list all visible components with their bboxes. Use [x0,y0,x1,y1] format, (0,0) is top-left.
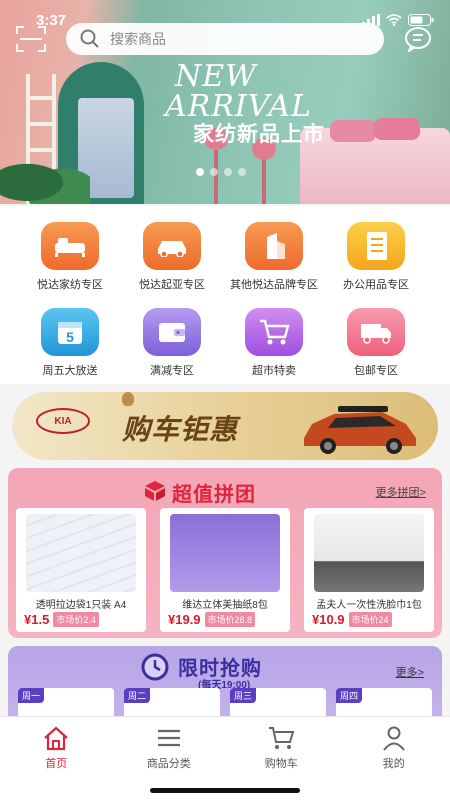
carousel-dot[interactable] [210,168,218,176]
pillow-decor [330,120,376,142]
product-image [26,514,136,592]
product-price: ¥1.5 [24,612,50,627]
list-icon [157,729,180,747]
tab-label: 我的 [382,758,405,770]
category-other-brands[interactable]: 其他悦达品牌专区 [224,222,324,292]
flamingo-decor [252,138,276,204]
category-bedding[interactable]: 悦达家纺专区 [20,222,120,292]
car-icon [143,222,201,270]
pillow-decor [374,118,420,140]
flash-sale-more-link[interactable]: 更多> [396,664,424,680]
carousel-dot[interactable] [238,168,246,176]
search-placeholder: 搜索商品 [110,31,166,47]
home-icon [44,726,68,751]
product-price: ¥10.9 [312,612,345,627]
search-input[interactable]: 搜索商品 [66,23,384,55]
shopping-cart-icon [245,308,303,356]
building-icon [245,222,303,270]
tab-label: 购物车 [264,758,298,770]
wifi-icon [386,14,402,26]
product-image [170,514,280,592]
category-grid: 悦达家纺专区 悦达起亚专区 其他悦达品牌专区 办公用品专区 5 周五大放送 满减… [0,206,450,384]
product-name: 孟夫人一次性洗脸巾1包 [316,600,422,611]
group-product-card[interactable]: 孟夫人一次性洗脸巾1包 ¥10.9 市场价24 [304,508,434,632]
profile-icon [382,726,405,751]
category-discount[interactable]: 满减专区 [122,308,222,378]
category-label: 包邮专区 [354,365,398,377]
plant-decor [0,150,90,204]
group-product-card[interactable]: 透明拉边袋1只装 A4 ¥1.5 市场价2.4 [16,508,146,632]
cart-icon [269,727,295,749]
category-free-shipping[interactable]: 包邮专区 [326,308,426,378]
battery-icon [408,14,434,26]
home-indicator [150,788,300,793]
clock-icon [141,653,169,681]
calendar-icon: 5 [41,308,99,356]
carousel-dot[interactable] [224,168,232,176]
tab-home[interactable]: 首页 [0,717,113,800]
category-label: 超市特卖 [252,365,296,377]
banner-subtitle: 家纺新品上市 [193,123,325,146]
group-buy-section: 超值拼团 更多拼团> 透明拉边袋1只装 A4 ¥1.5 市场价2.4 维达立体美抽… [8,468,442,638]
tab-label: 商品分类 [146,758,191,770]
market-price: 市场价2.4 [53,612,99,627]
market-price: 市场价24 [348,612,392,627]
category-friday[interactable]: 5 周五大放送 [20,308,120,378]
category-office[interactable]: 办公用品专区 [326,222,426,292]
category-label: 办公用品专区 [343,279,409,291]
product-image [314,514,424,592]
category-label: 其他悦达品牌专区 [230,279,318,291]
group-buy-more-link[interactable]: 更多拼团> [376,484,426,500]
category-label: 满减专区 [150,365,194,377]
category-kia[interactable]: 悦达起亚专区 [122,222,222,292]
svg-text:5: 5 [66,329,74,345]
category-label: 周五大放送 [42,365,98,377]
market-price: 市场价28.8 [204,612,256,627]
category-supermarket[interactable]: 超市特卖 [224,308,324,378]
car-promo-headline: 购车钜惠 [122,414,239,445]
group-buy-title: 超值拼团 [172,484,256,506]
balloon-decor [122,392,134,406]
day-tag: 周一 [18,688,45,703]
tab-label: 首页 [45,758,68,770]
day-tag: 周四 [336,688,363,703]
tab-profile[interactable]: 我的 [338,717,450,800]
car-image [304,406,416,454]
flamingo-decor [204,128,228,204]
car-promo-banner[interactable]: KIA 购车钜惠 [12,392,438,460]
product-name: 维达立体美抽纸8包 [182,600,268,611]
wallet-icon [143,308,201,356]
category-label: 悦达家纺专区 [37,279,103,291]
day-tag: 周三 [230,688,257,703]
category-label: 悦达起亚专区 [139,279,205,291]
scan-icon[interactable] [16,26,46,52]
message-icon[interactable] [404,26,432,52]
kia-logo: KIA [36,408,90,434]
day-tag: 周二 [124,688,151,703]
search-icon [80,29,99,48]
carousel-dots [196,168,246,176]
box-icon [145,481,165,501]
banner-headline: NEW ARRIVAL [165,59,312,124]
notebook-icon [347,222,405,270]
product-name: 透明拉边袋1只装 A4 [35,600,127,611]
product-price: ¥19.9 [168,612,201,627]
bed-icon [41,222,99,270]
truck-icon [347,308,405,356]
group-product-card[interactable]: 维达立体美抽纸8包 ¥19.9 市场价28.8 [160,508,290,632]
carousel-dot[interactable] [196,168,204,176]
